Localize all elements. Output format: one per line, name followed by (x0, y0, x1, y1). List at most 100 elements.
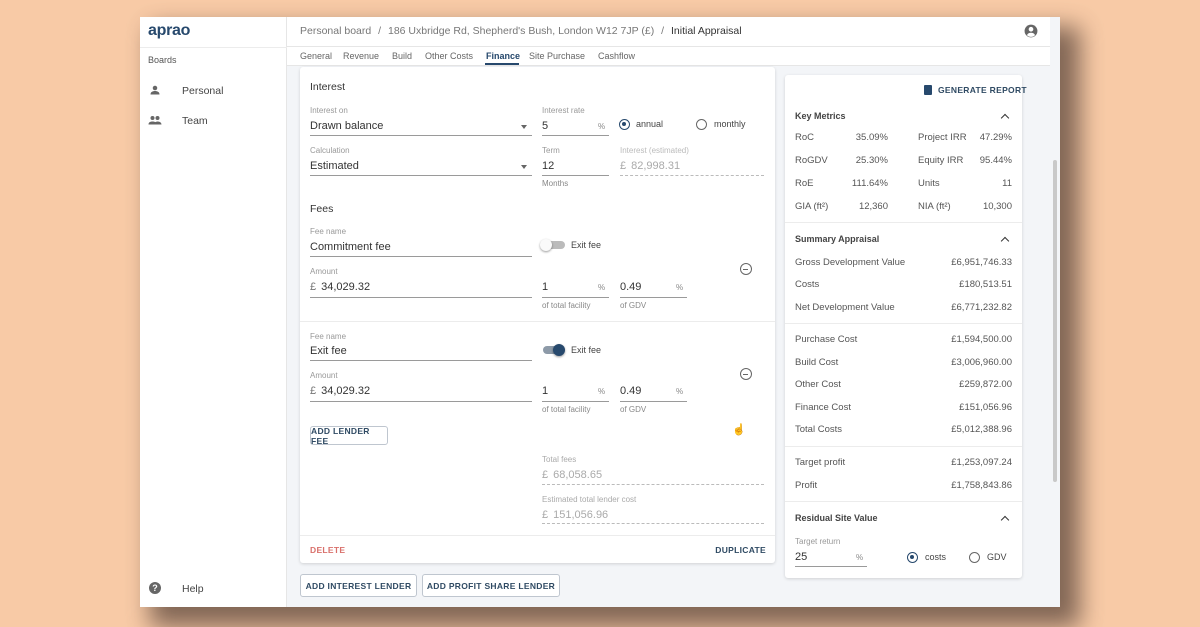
add-profit-share-lender-button[interactable]: ADD PROFIT SHARE LENDER (422, 574, 560, 597)
scrollbar-thumb[interactable] (1053, 160, 1057, 482)
radio-label: GDV (987, 552, 1007, 562)
fees-heading: Fees (310, 203, 334, 215)
helper-text: of GDV (620, 301, 647, 310)
radio-button (907, 552, 918, 563)
sidebar-item-label: Personal (182, 85, 224, 97)
key-metrics-title: Key Metrics (795, 111, 846, 121)
metric-label: RoC (795, 132, 815, 143)
help-icon: ? (149, 582, 161, 594)
add-lender-fee-button[interactable]: ADD LENDER FEE (310, 426, 388, 446)
help-label: Help (182, 583, 204, 595)
summary-label: Gross Development Value (795, 257, 906, 268)
lender-card (300, 67, 775, 563)
radio-label: monthly (714, 119, 746, 129)
breadcrumb: Personal board / 186 Uxbridge Rd, Shephe… (300, 25, 742, 37)
radio-button (969, 552, 980, 563)
radio-label: costs (925, 552, 947, 562)
residual-site-value-title: Residual Site Value (795, 513, 878, 523)
tab-general[interactable]: General (300, 51, 332, 61)
summary-value: £3,006,960.00 (951, 357, 1012, 368)
field-value: 1 (542, 281, 549, 293)
breadcrumb-separator: / (378, 25, 382, 37)
remove-fee-icon[interactable] (740, 368, 752, 380)
radio-label: annual (636, 119, 664, 129)
summary-label: Build Cost (795, 357, 839, 368)
summary-label: Total Costs (795, 424, 842, 435)
field-label: Amount (310, 267, 338, 276)
radio-button (619, 119, 630, 130)
metric-value: 95.44% (979, 155, 1012, 166)
summary-value: £1,253,097.24 (951, 457, 1012, 468)
summary-label: Costs (795, 279, 820, 290)
breadcrumb-board[interactable]: Personal board (300, 25, 371, 37)
field-label: Estimated total lender cost (542, 495, 637, 504)
tab-finance[interactable]: Finance (486, 51, 520, 61)
account-icon[interactable] (1024, 24, 1038, 38)
tab-build[interactable]: Build (392, 51, 412, 61)
tab-cashflow[interactable]: Cashflow (598, 51, 635, 61)
summary-label: Other Cost (795, 379, 841, 390)
field-label: Total fees (542, 455, 577, 464)
person-icon (150, 85, 160, 95)
summary-value: £151,056.96 (959, 402, 1012, 413)
unit-suffix: % (676, 283, 684, 292)
summary-label: Profit (795, 480, 818, 491)
summary-appraisal-title: Summary Appraisal (795, 234, 880, 244)
breadcrumb-project[interactable]: 186 Uxbridge Rd, Shepherd's Bush, London… (388, 25, 654, 37)
metric-label: RoGDV (795, 155, 828, 166)
field-label: Interest on (310, 106, 348, 115)
field-label: Target return (795, 537, 841, 546)
field-value: Estimated (310, 160, 359, 172)
summary-value: £1,758,843.86 (951, 480, 1012, 491)
field-value: £82,998.31 (620, 160, 681, 172)
boards-heading: Boards (148, 55, 177, 65)
field-value: 0.49 (620, 385, 642, 397)
dropdown-arrow-icon (521, 125, 527, 132)
field-value: 12 (542, 160, 555, 172)
radio-button (696, 119, 707, 130)
helper-text: of total facility (542, 301, 591, 310)
metric-label: Project IRR (918, 132, 967, 143)
metric-label: Units (918, 178, 940, 189)
unit-suffix: % (856, 553, 864, 562)
tab-revenue[interactable]: Revenue (343, 51, 379, 61)
logo: aprao (148, 22, 191, 39)
field-value: Exit fee (310, 345, 347, 357)
tab-active-indicator (485, 63, 519, 65)
summary-label: Net Development Value (795, 302, 895, 313)
metric-label: GIA (ft²) (795, 201, 829, 212)
metric-value: 25.30% (855, 155, 888, 166)
people-icon (148, 116, 162, 125)
toggle-label: Exit fee (571, 345, 602, 355)
field-label: Term (542, 146, 560, 155)
summary-value: £6,951,746.33 (951, 257, 1012, 268)
dropdown-arrow-icon (521, 165, 527, 172)
helper-text: of total facility (542, 405, 591, 414)
tab-site-purchase[interactable]: Site Purchase (529, 51, 585, 61)
report-icon (924, 85, 932, 95)
delete-button[interactable]: DELETE (310, 545, 345, 555)
unit-suffix: % (676, 387, 684, 396)
add-interest-lender-button[interactable]: ADD INTEREST LENDER (300, 574, 417, 597)
field-label: Fee name (310, 227, 347, 236)
tab-other-costs[interactable]: Other Costs (425, 51, 473, 61)
duplicate-button[interactable]: DUPLICATE (715, 545, 766, 555)
field-value: 25 (795, 551, 808, 563)
remove-fee-icon[interactable] (740, 263, 752, 275)
summary-card (785, 75, 1022, 578)
field-value: £34,029.32 (310, 281, 371, 293)
unit-suffix: % (598, 122, 606, 131)
sidebar (140, 17, 287, 607)
summary-value: £259,872.00 (959, 379, 1012, 390)
generate-report-label: GENERATE REPORT (938, 85, 1027, 95)
field-value: 1 (542, 385, 549, 397)
field-value: £68,058.65 (542, 469, 603, 481)
sidebar-item-label: Team (182, 115, 208, 127)
unit-suffix: % (598, 283, 606, 292)
unit-suffix: % (598, 387, 606, 396)
field-value: £34,029.32 (310, 385, 371, 397)
summary-label: Finance Cost (795, 402, 851, 413)
breadcrumb-current: Initial Appraisal (670, 25, 742, 37)
field-label: Calculation (310, 146, 350, 155)
summary-label: Purchase Cost (795, 334, 858, 345)
